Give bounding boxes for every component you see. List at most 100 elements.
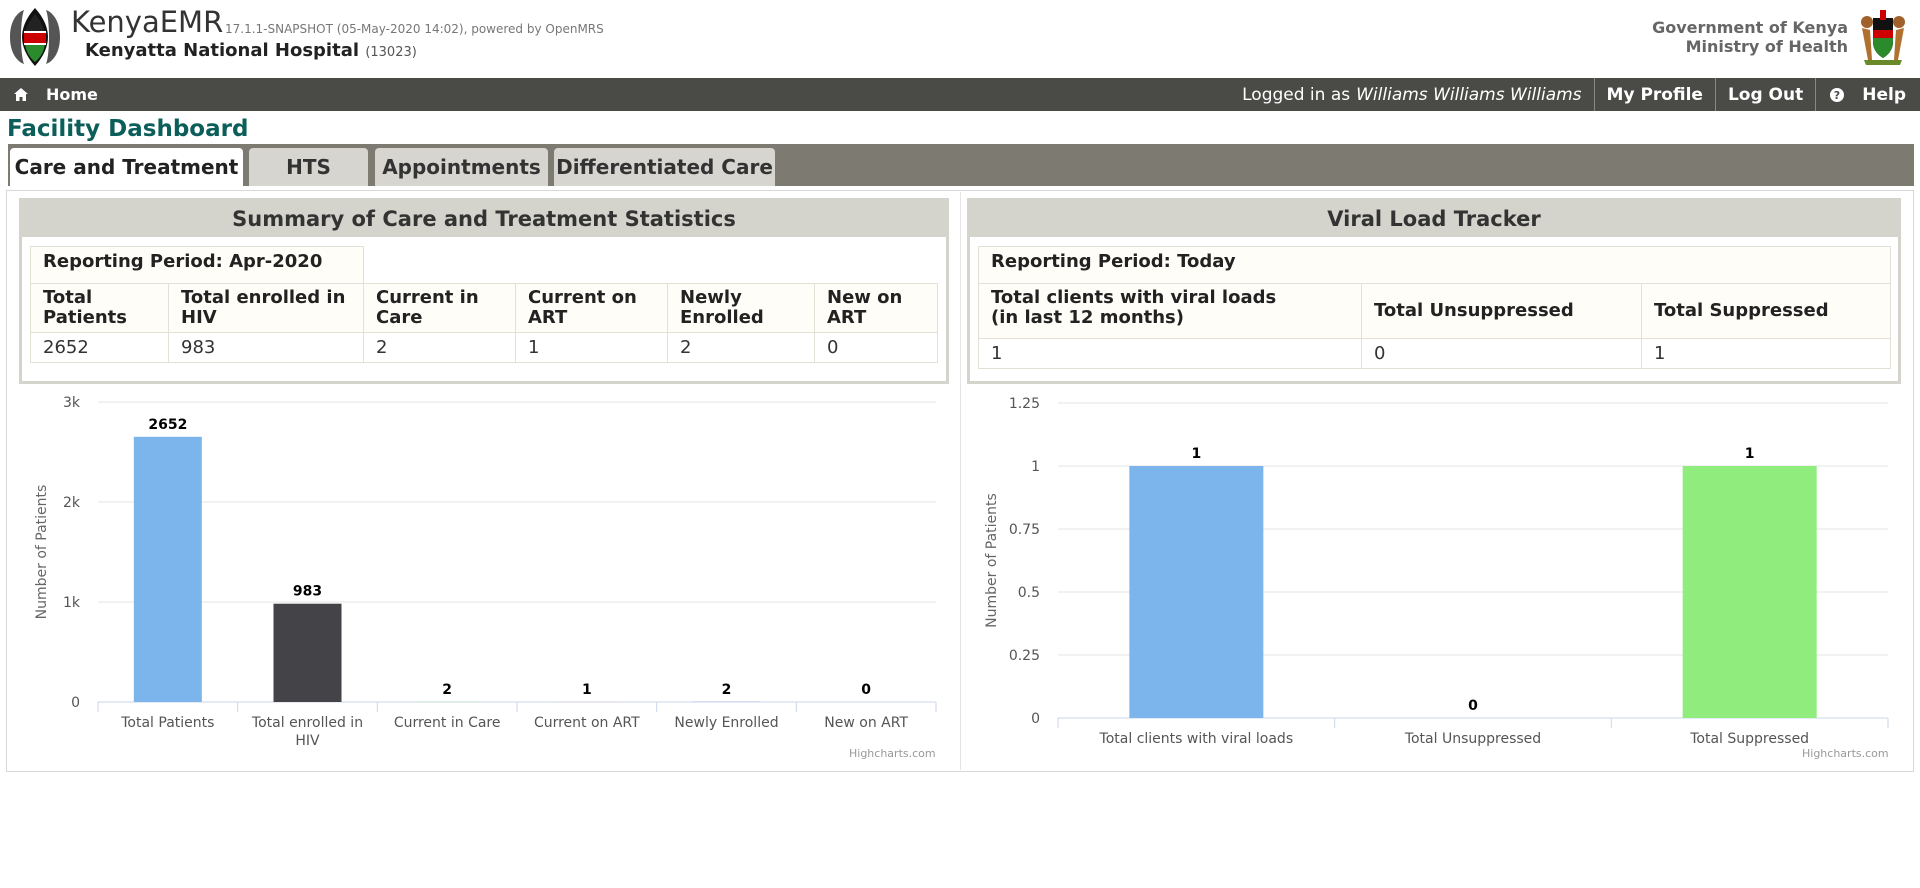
bar [1682,466,1817,718]
y-tick-label: 0.25 [1009,648,1040,664]
bar [1129,466,1264,718]
y-tick-label: 0 [71,695,80,711]
user-menu: Logged in as Williams Williams Williams … [1230,78,1920,111]
vl-period-row: Reporting Period: Today [978,246,1891,284]
care-panel-title: Summary of Care and Treatment Statistics [22,201,946,237]
vl-value-cell: 0 [1361,338,1642,369]
logged-in-status: Logged in as Williams Williams Williams [1230,78,1595,111]
vl-value-row: 1 0 1 [978,338,1891,369]
vl-header-row: Total clients with viral loads (in last 1… [978,283,1891,339]
page-title: Facility Dashboard [7,116,249,142]
care-value-cell: 983 [168,332,364,363]
x-tick-label: Total Patients [120,715,214,731]
vl-panel-title: Viral Load Tracker [970,201,1898,237]
data-label: 1 [1745,446,1755,462]
data-label: 0 [861,682,871,698]
care-value-cell: 2 [667,332,815,363]
y-tick-label: 1.25 [1009,396,1040,412]
app-header: KenyaEMR 17.1.1-SNAPSHOT (05-May-2020 14… [0,0,1920,78]
care-reporting-period: Reporting Period: Apr-2020 [30,246,364,284]
government-label: Government of Kenya Ministry of Health [1652,18,1848,56]
bar [273,603,342,702]
care-value-row: 2652 983 2 1 2 0 [30,332,938,363]
care-value-cell: 1 [515,332,668,363]
care-header-cell: Total enrolled in HIV [168,283,364,333]
care-chart-credits[interactable]: Highcharts.com [849,747,936,760]
vl-chart-credits[interactable]: Highcharts.com [1802,747,1889,760]
vl-header-cell: Total Unsuppressed [1361,283,1642,339]
y-tick-label: 0.5 [1018,585,1040,601]
care-header-row: Total Patients Total enrolled in HIV Curre… [30,283,938,333]
x-tick-label: Current on ART [534,715,640,731]
coat-of-arms-icon [1861,10,1905,65]
data-label: 0 [1468,698,1478,714]
care-header-cell: New on ART [814,283,938,333]
y-tick-label: 2k [63,495,81,511]
vl-value-cell: 1 [978,338,1362,369]
data-label: 983 [293,584,322,600]
y-tick-label: 0.75 [1009,522,1040,538]
facility-code: (13023) [365,45,417,60]
home-icon [14,88,28,101]
data-label: 2 [442,682,452,698]
vl-value-cell: 1 [1641,338,1891,369]
care-treatment-bar-chart: 0 1k 2k 3k Number of Patients 2652 Total Patie… [34,395,937,749]
y-tick-label: 1k [63,595,81,611]
my-profile-link[interactable]: My Profile [1595,78,1716,111]
x-tick-label: Total clients with viral loads [1099,731,1294,747]
care-value-cell: 2652 [30,332,169,363]
government-line-1: Government of Kenya [1652,18,1848,37]
vl-summary-table: Reporting Period: Today Total clients wi… [978,246,1891,369]
bar [133,436,202,702]
care-period-row: Reporting Period: Apr-2020 [30,246,938,284]
svg-text:?: ? [1834,89,1840,102]
data-label: 2652 [148,417,187,433]
y-axis-title: Number of Patients [984,493,1000,628]
x-tick-label: Total enrolled in HIV [251,715,363,749]
tab-care-and-treatment[interactable]: Care and Treatment [10,148,243,186]
facility-name: Kenyatta National Hospital (13023) [85,40,417,61]
x-tick-label: Current in Care [394,715,501,731]
help-icon: ? [1830,87,1845,102]
app-version: 17.1.1-SNAPSHOT (05-May-2020 14:02), pow… [225,22,604,36]
government-line-2: Ministry of Health [1685,37,1848,56]
x-tick-label: Total Unsuppressed [1404,731,1541,747]
vl-header-cell: Total Suppressed [1641,283,1891,339]
x-tick-label: New on ART [824,715,908,731]
tab-differentiated-care[interactable]: Differentiated Care [554,148,775,186]
tab-appointments[interactable]: Appointments [375,148,548,186]
care-summary-table: Reporting Period: Apr-2020 Total Patients… [30,246,938,363]
logged-in-prefix: Logged in as [1242,84,1351,105]
y-tick-label: 1 [1031,459,1040,475]
log-out-link[interactable]: Log Out [1716,78,1817,111]
home-link[interactable]: Home [14,78,98,111]
data-label: 1 [582,682,592,698]
home-label: Home [46,85,98,104]
care-header-cell: Current in Care [363,283,516,333]
x-tick-label: Newly Enrolled [674,715,778,731]
help-link[interactable]: ? Help [1816,78,1920,111]
data-label: 2 [722,682,732,698]
kenyaemr-logo-icon[interactable] [4,6,66,68]
care-value-cell: 2 [363,332,516,363]
tab-hts[interactable]: HTS [249,148,368,186]
app-name: KenyaEMR [71,5,224,39]
care-header-cell: Current on ART [515,283,668,333]
care-header-cell: Total Patients [30,283,169,333]
logged-in-user: Williams Williams Williams [1356,84,1582,105]
top-nav-bar: Home Logged in as Williams Williams Will… [0,78,1920,111]
care-period-spacer [363,246,938,284]
content-divider [960,192,961,770]
y-axis-title: Number of Patients [34,485,50,620]
data-label: 1 [1191,446,1201,462]
care-header-cell: Newly Enrolled [667,283,815,333]
tab-bar: Care and Treatment HTS Appointments Diff… [8,144,1914,186]
vl-header-cell: Total clients with viral loads (in last 1… [978,283,1362,339]
viral-load-bar-chart: 0 0.25 0.5 0.75 1 1.25 Number of Patients 1 Tota… [984,396,1889,747]
x-tick-label: Total Suppressed [1689,731,1809,747]
facility-name-text: Kenyatta National Hospital [85,40,360,61]
help-label: Help [1862,84,1906,105]
y-tick-label: 3k [63,395,81,411]
vl-reporting-period: Reporting Period: Today [978,246,1891,284]
y-tick-label: 0 [1031,711,1040,727]
